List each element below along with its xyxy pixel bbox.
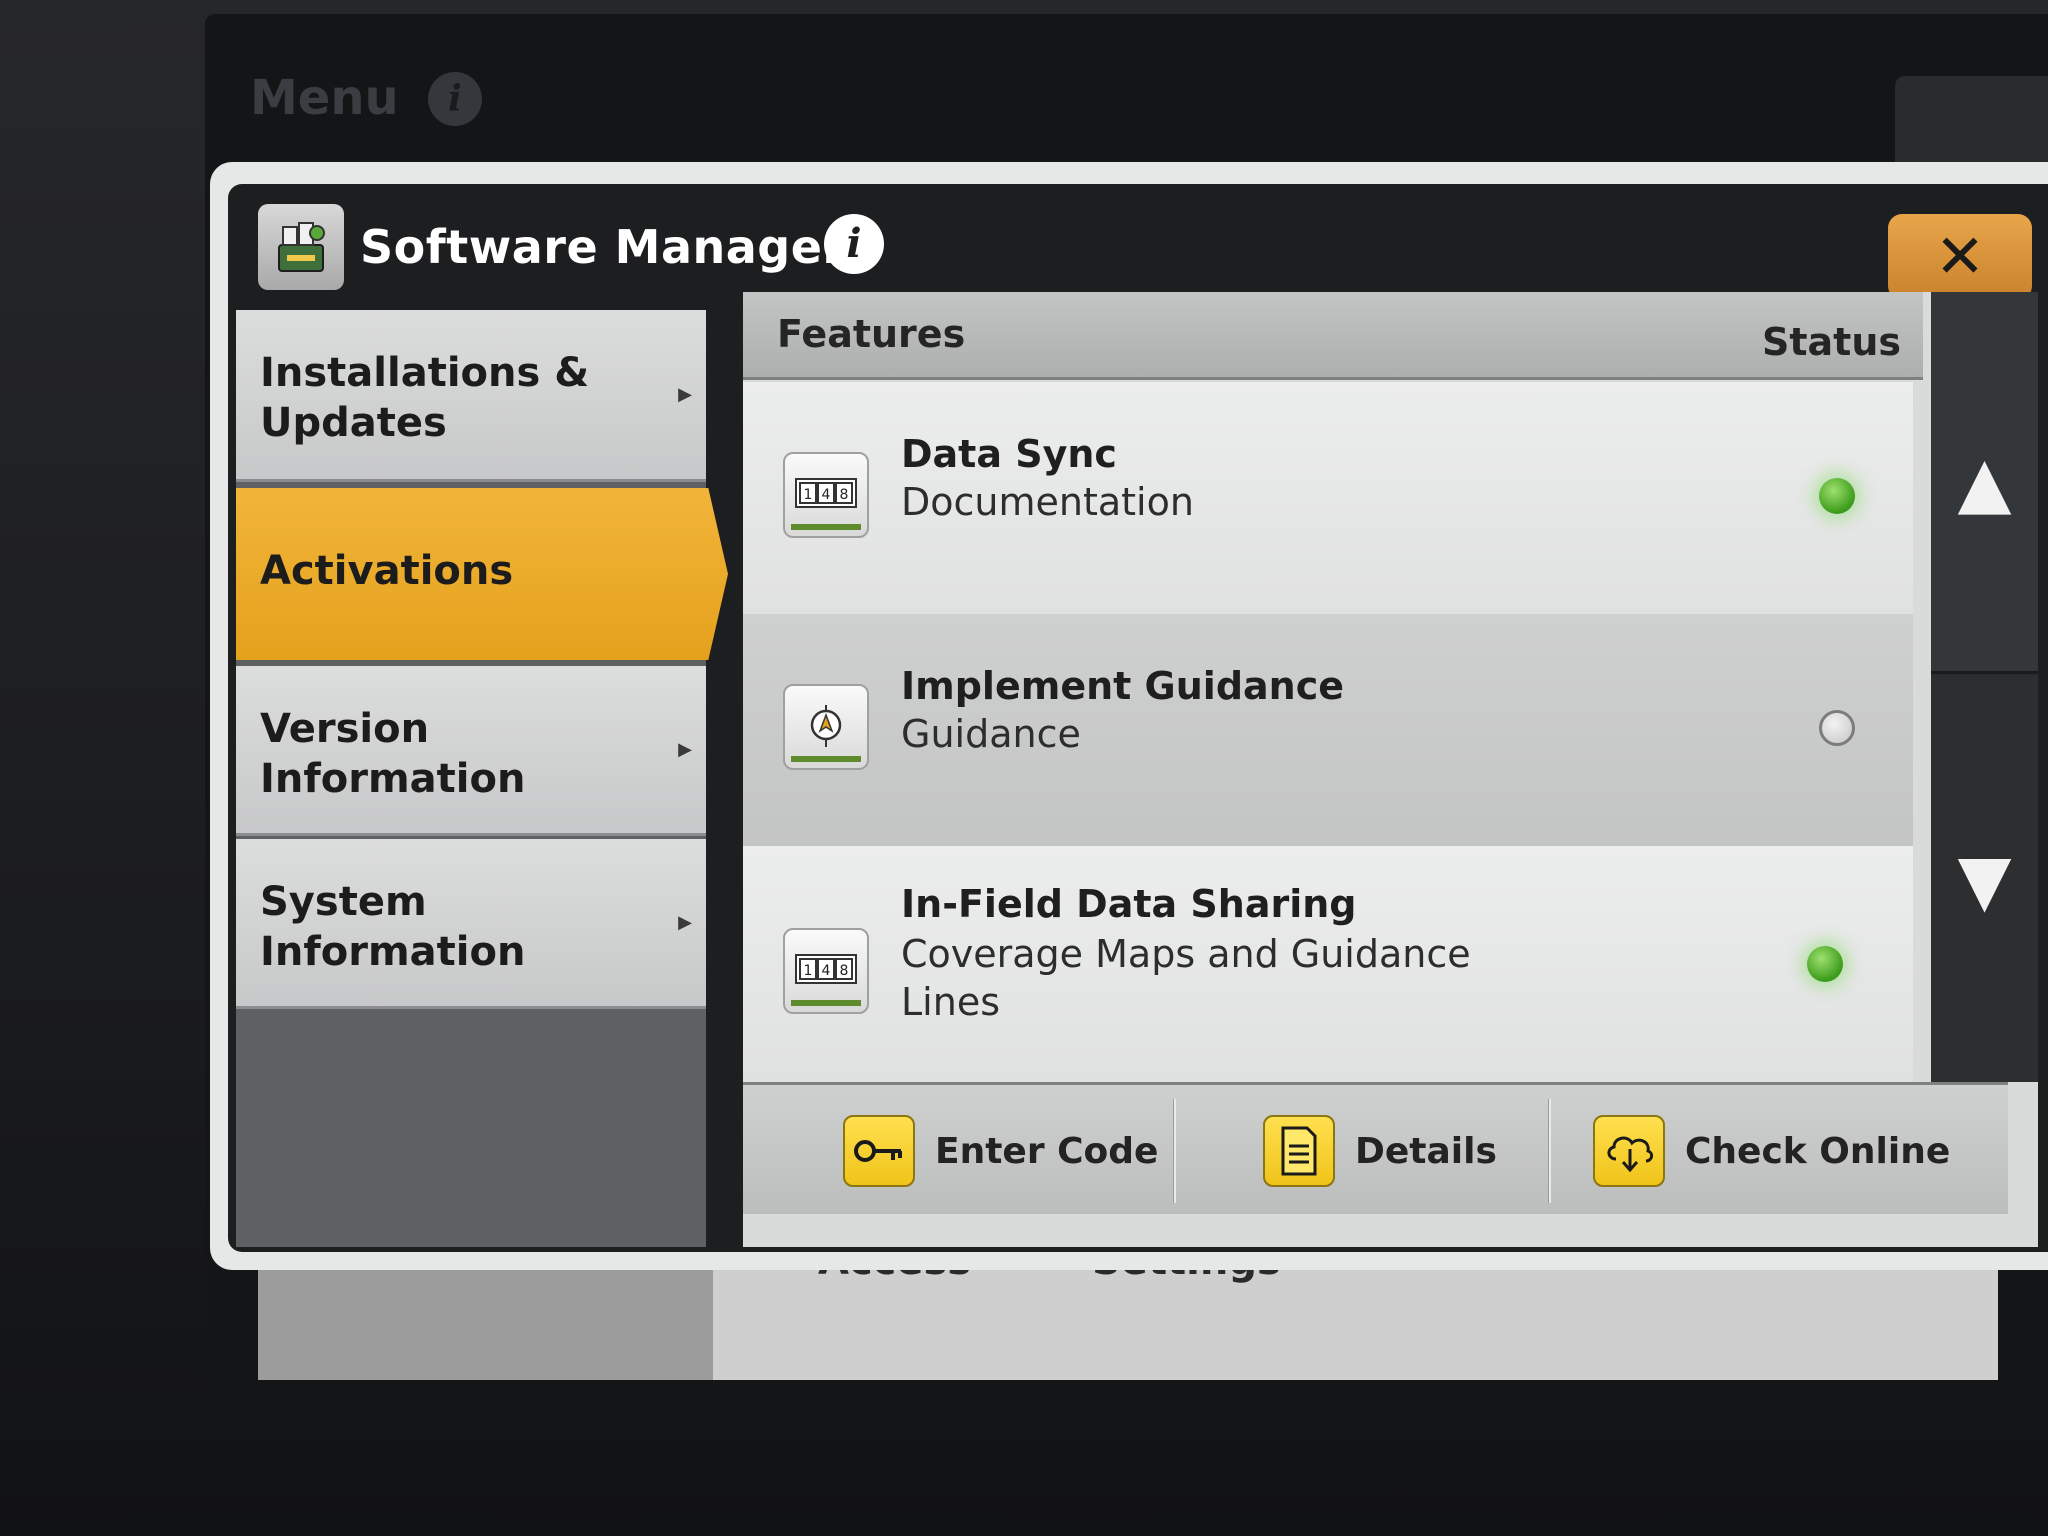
document-icon	[1263, 1115, 1335, 1187]
status-inactive-icon	[1819, 710, 1855, 746]
sidebar-item-label: Information	[260, 756, 526, 802]
feature-title: Implement Guidance	[901, 664, 1345, 708]
column-header-features: Features	[777, 312, 966, 356]
sidebar-item-label: Activations	[260, 548, 514, 594]
toolbar-divider	[1548, 1099, 1551, 1203]
table-row[interactable]: Implement Guidance Guidance	[743, 614, 1913, 846]
scroll-up-button[interactable]: ▲	[1931, 292, 2038, 674]
chevron-right-icon: ▶	[678, 383, 692, 405]
svg-text:1: 1	[804, 487, 813, 503]
page-title: Software Manager	[360, 220, 846, 274]
status-active-icon	[1807, 946, 1843, 982]
feature-subtitle: Coverage Maps and Guidance Lines	[901, 932, 1471, 1024]
column-header-status: Status	[1761, 320, 1901, 364]
close-button[interactable]: ✕	[1888, 214, 2032, 300]
info-icon[interactable]: i	[824, 214, 884, 274]
software-manager-modal: Software Manager i ✕ Installations & Upd…	[210, 162, 2048, 1270]
action-toolbar: Enter Code Details Check Online	[743, 1082, 2008, 1214]
counter-icon: 1 4 8	[783, 452, 869, 538]
sidebar-item-installations-updates[interactable]: Installations & Updates ▶	[236, 310, 706, 482]
triangle-up-icon: ▲	[1957, 440, 2012, 523]
software-manager-icon	[258, 204, 344, 290]
feature-title: In-Field Data Sharing	[901, 882, 1357, 926]
cloud-download-icon	[1593, 1115, 1665, 1187]
table-row[interactable]: 1 4 8 In-Field Data Sharing Coverage Map…	[743, 846, 1913, 1082]
svg-text:8: 8	[840, 963, 849, 979]
sidebar-item-system-information[interactable]: System Information ▶	[236, 839, 706, 1009]
svg-text:8: 8	[840, 487, 849, 503]
sidebar-item-label: Information	[260, 929, 526, 975]
scroll-down-button[interactable]: ▼	[1931, 677, 2038, 1082]
svg-text:4: 4	[822, 487, 831, 503]
sidebar-nav: Installations & Updates ▶ Activations Ve…	[236, 310, 728, 1247]
triangle-down-icon: ▼	[1957, 838, 2012, 921]
feature-subtitle: Guidance	[901, 712, 1081, 756]
enter-code-button[interactable]: Enter Code	[843, 1107, 1158, 1195]
menu-close-ghost	[1895, 76, 2048, 176]
enter-code-label: Enter Code	[935, 1130, 1159, 1172]
chevron-right-icon: ▶	[678, 911, 692, 933]
counter-icon: 1 4 8	[783, 928, 869, 1014]
sidebar-item-version-information[interactable]: Version Information ▶	[236, 666, 706, 836]
details-label: Details	[1355, 1130, 1497, 1172]
sidebar-item-activations[interactable]: Activations	[236, 488, 728, 660]
table-row[interactable]: 1 4 8 Data Sync Documentation	[743, 382, 1913, 614]
guidance-icon	[783, 684, 869, 770]
scrollbar: ▲ ▼	[1931, 292, 2038, 1082]
features-panel: Features Status 1 4 8 Data Sync Document…	[743, 292, 2038, 1247]
features-list: 1 4 8 Data Sync Documentation Implement …	[743, 382, 1913, 1082]
menu-title: Menu	[250, 70, 399, 126]
modal-body: Software Manager i ✕ Installations & Upd…	[228, 184, 2048, 1252]
chevron-right-icon: ▶	[678, 738, 692, 760]
menu-info-icon: i	[428, 72, 482, 126]
table-header: Features Status	[743, 292, 1923, 380]
feature-title: Data Sync	[901, 432, 1117, 476]
toolbar-divider	[1173, 1099, 1176, 1203]
svg-text:1: 1	[804, 963, 813, 979]
sidebar-item-label: Updates	[260, 400, 447, 446]
check-online-button[interactable]: Check Online	[1593, 1107, 1950, 1195]
svg-text:4: 4	[822, 963, 831, 979]
details-button[interactable]: Details	[1263, 1107, 1497, 1195]
sidebar-item-label: Installations &	[260, 350, 590, 396]
check-online-label: Check Online	[1685, 1130, 1951, 1172]
sidebar-item-label: System	[260, 879, 427, 925]
key-icon	[843, 1115, 915, 1187]
status-active-icon	[1819, 478, 1855, 514]
sidebar-item-label: Version	[260, 706, 430, 752]
feature-subtitle: Documentation	[901, 480, 1194, 524]
